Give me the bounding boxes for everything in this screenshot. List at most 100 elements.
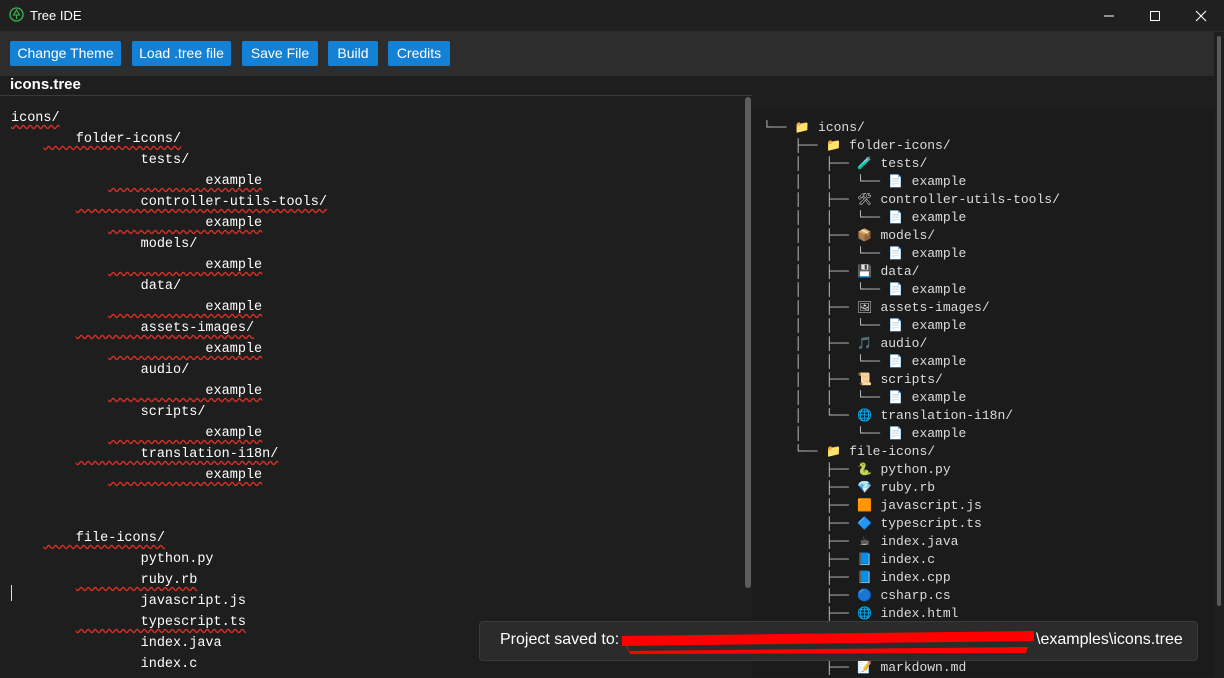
maximize-button[interactable] <box>1132 0 1178 31</box>
text-caret <box>11 585 12 601</box>
editor-line-text: scripts/ <box>75 405 206 420</box>
save-notification-toast: Project saved to: \examples\icons.tree <box>479 621 1198 661</box>
tree-branch-lines: │ │ └── <box>763 282 888 297</box>
editor-line[interactable]: models/ <box>11 234 327 255</box>
tree-node: │ ├── 💾 data/ <box>763 262 1060 280</box>
editor-line-text: example <box>108 342 263 357</box>
editor-line[interactable]: file-icons/ <box>11 528 327 549</box>
credits-button[interactable]: Credits <box>388 41 450 66</box>
tree-node-label: assets-images/ <box>880 300 990 315</box>
tree-node-label: typescript.ts <box>880 516 982 531</box>
tree-branch-lines: │ ├── <box>763 372 857 387</box>
editor-line-text: models/ <box>75 237 198 252</box>
editor-line[interactable]: javascript.js <box>11 591 327 612</box>
globe-icon: 🌐 <box>857 606 873 620</box>
tree-node: ├── 🟧 javascript.js <box>763 496 1060 514</box>
tree-node-label: data/ <box>880 264 920 279</box>
maximize-icon <box>1150 11 1160 21</box>
tree-branch-lines: │ ├── <box>763 300 857 315</box>
minimize-button[interactable] <box>1086 0 1132 31</box>
change-theme-button[interactable]: Change Theme <box>10 41 121 66</box>
editor-line-text: audio/ <box>75 363 190 378</box>
editor-line[interactable]: example <box>11 255 327 276</box>
editor-line[interactable]: scripts/ <box>11 402 327 423</box>
editor-line-text: example <box>108 300 263 315</box>
editor-line-text: controller-utils-tools/ <box>75 195 327 210</box>
tree-node-label: example <box>911 318 967 333</box>
close-icon <box>1195 10 1207 22</box>
tree-node-label: markdown.md <box>880 660 967 675</box>
editor-line[interactable]: translation-i18n/ <box>11 444 327 465</box>
tree-node-label: example <box>911 426 967 441</box>
tree-branch-lines: ├── <box>763 498 857 513</box>
tree-node-label: index.html <box>880 606 959 621</box>
window-scrollbar-thumb[interactable] <box>1217 36 1221 606</box>
load-tree-file-button[interactable]: Load .tree file <box>132 41 231 66</box>
tree-node: │ └── 🌐 translation-i18n/ <box>763 406 1060 424</box>
editor-line[interactable]: example <box>11 339 327 360</box>
tree-branch-lines: │ └── <box>763 408 857 423</box>
code-editor[interactable]: icons/ folder-icons/ tests/ example cont… <box>0 95 752 678</box>
editor-line-text: index.java <box>75 636 222 651</box>
tree-node-label: example <box>911 174 967 189</box>
tree-node: │ ├── 🛠 controller-utils-tools/ <box>763 190 1060 208</box>
editor-line-text: example <box>108 426 263 441</box>
tree-node: ├── 🌐 index.html <box>763 604 1060 622</box>
editor-line[interactable] <box>11 507 327 528</box>
editor-line[interactable]: example <box>11 171 327 192</box>
editor-line[interactable]: index.java <box>11 633 327 654</box>
globe-icon: 🌐 <box>857 408 873 422</box>
tree-output: └── 📁 icons/ ├── 📁 folder-icons/ │ ├── 🧪… <box>763 118 1060 676</box>
editor-line[interactable]: audio/ <box>11 360 327 381</box>
build-button[interactable]: Build <box>328 41 378 66</box>
tree-node: ├── 🔷 typescript.ts <box>763 514 1060 532</box>
editor-line[interactable]: index.c <box>11 654 327 675</box>
toolbar: Change Theme Load .tree file Save File B… <box>0 32 1214 76</box>
editor-line-text: example <box>108 174 263 189</box>
editor-line-text: icons/ <box>11 111 60 126</box>
tree-node: └── 📁 file-icons/ <box>763 442 1060 460</box>
editor-line[interactable]: controller-utils-tools/ <box>11 192 327 213</box>
editor-line[interactable]: example <box>11 465 327 486</box>
editor-line[interactable]: data/ <box>11 276 327 297</box>
editor-line-text: ruby.rb <box>75 573 198 588</box>
editor-line[interactable]: assets-images/ <box>11 318 327 339</box>
tree-branch-lines: ├── <box>763 462 857 477</box>
editor-line[interactable]: python.py <box>11 549 327 570</box>
save-file-button[interactable]: Save File <box>242 41 318 66</box>
editor-line-text: file-icons/ <box>43 531 165 546</box>
tree-node-label: csharp.cs <box>880 588 951 603</box>
csharp-icon: 🔵 <box>857 588 873 602</box>
tree-node-label: example <box>911 246 967 261</box>
tree-node-label: translation-i18n/ <box>880 408 1014 423</box>
editor-line[interactable]: folder-icons/ <box>11 129 327 150</box>
editor-line[interactable]: example <box>11 423 327 444</box>
tree-branch-lines: ├── <box>763 606 857 621</box>
tree-node: ├── 🔵 csharp.cs <box>763 586 1060 604</box>
tree-branch-lines: ├── <box>763 588 857 603</box>
editor-line[interactable]: example <box>11 297 327 318</box>
tree-node: └── 📁 icons/ <box>763 118 1060 136</box>
editor-line[interactable]: example <box>11 213 327 234</box>
editor-line[interactable]: icons/ <box>11 108 327 129</box>
tree-node-label: example <box>911 354 967 369</box>
editor-line[interactable]: typescript.ts <box>11 612 327 633</box>
tree-node-label: file-icons/ <box>849 444 936 459</box>
tree-node-label: tests/ <box>880 156 928 171</box>
tree-node-label: index.java <box>880 534 959 549</box>
editor-line[interactable]: ruby.rb <box>11 570 327 591</box>
editor-line[interactable]: tests/ <box>11 150 327 171</box>
editor-line-text: translation-i18n/ <box>75 447 279 462</box>
editor-line[interactable] <box>11 486 327 507</box>
tree-branch-lines: ├── <box>763 552 857 567</box>
tree-node: │ ├── 🎵 audio/ <box>763 334 1060 352</box>
window-scrollbar[interactable] <box>1214 32 1224 677</box>
editor-line-text: data/ <box>75 279 182 294</box>
close-button[interactable] <box>1178 0 1224 31</box>
editor-line-text: index.c <box>75 657 198 672</box>
tree-node: │ ├── 📦 models/ <box>763 226 1060 244</box>
editor-scrollbar-thumb[interactable] <box>745 97 751 588</box>
editor-line[interactable]: example <box>11 381 327 402</box>
editor-text[interactable]: icons/ folder-icons/ tests/ example cont… <box>11 108 327 678</box>
tree-node-label: ruby.rb <box>880 480 936 495</box>
